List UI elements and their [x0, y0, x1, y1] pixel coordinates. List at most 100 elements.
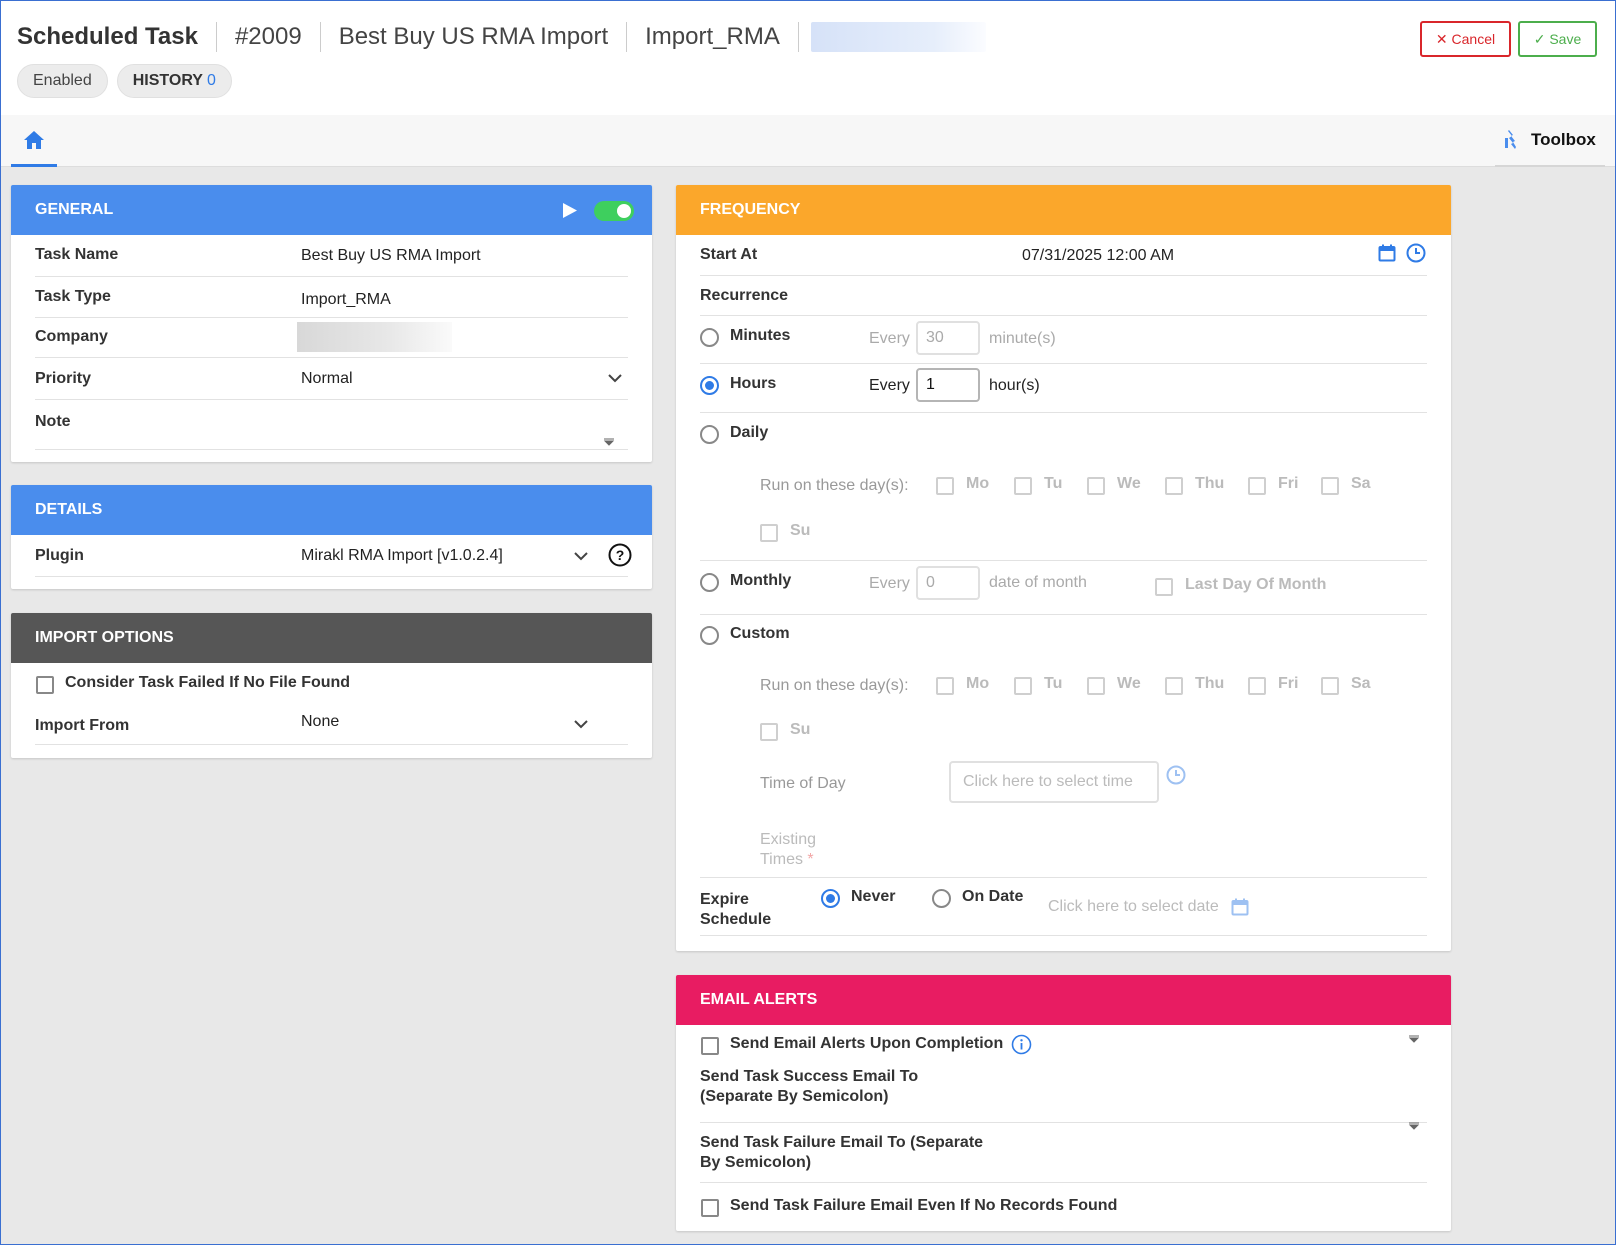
status-badge[interactable]: Enabled	[17, 64, 108, 98]
daily-day-label-tu: Tu	[1044, 475, 1063, 492]
custom-day-checkbox-mo[interactable]	[936, 677, 954, 695]
task-name-label: Task Name	[35, 246, 119, 263]
custom-day-checkbox-we[interactable]	[1087, 677, 1105, 695]
enabled-toggle[interactable]	[594, 201, 634, 221]
cancel-button[interactable]: ✕ Cancel	[1420, 21, 1511, 57]
dropdown-caret-icon[interactable]	[1408, 1122, 1420, 1130]
minutes-label: Minutes	[730, 327, 791, 344]
expire-date-input[interactable]: Click here to select date	[1048, 898, 1219, 916]
send-on-completion-checkbox[interactable]	[701, 1037, 719, 1055]
daily-day-checkbox-sa[interactable]	[1321, 477, 1339, 495]
daily-row: Daily Run on these day(s): Mo Tu We Thu …	[700, 413, 1427, 561]
daily-day-checkbox-fri[interactable]	[1248, 477, 1266, 495]
calendar-icon[interactable]	[1378, 244, 1396, 262]
hours-input[interactable]: 1	[916, 368, 980, 402]
note-row[interactable]: Note	[35, 400, 628, 450]
existing-times-label-2: Times *	[760, 851, 814, 869]
clock-icon[interactable]	[1406, 243, 1426, 263]
import-from-label: Import From	[35, 717, 130, 734]
info-icon[interactable]	[1011, 1034, 1032, 1055]
minutes-input[interactable]: 30	[916, 321, 980, 355]
import-from-select[interactable]: None	[301, 713, 339, 731]
custom-day-checkbox-fri[interactable]	[1248, 677, 1266, 695]
custom-day-checkbox-tu[interactable]	[1014, 677, 1032, 695]
expire-row: Expire Schedule Never On Date Click here…	[700, 878, 1427, 936]
company-label: Company	[35, 328, 108, 345]
custom-day-checkbox-su[interactable]	[760, 723, 778, 741]
custom-day-label-mo: Mo	[966, 675, 990, 692]
task-name-input[interactable]: Best Buy US RMA Import	[301, 247, 481, 265]
daily-day-checkbox-tu[interactable]	[1014, 477, 1032, 495]
success-email-label-2: (Separate By Semicolon)	[700, 1088, 889, 1105]
monthly-every: Every	[869, 575, 910, 592]
clock-icon[interactable]	[1166, 765, 1186, 785]
custom-radio[interactable]	[700, 626, 719, 645]
page-header: Scheduled Task #2009 Best Buy US RMA Imp…	[1, 1, 1615, 115]
failure-no-records-label: Send Task Failure Email Even If No Recor…	[730, 1197, 1118, 1214]
save-button[interactable]: ✓ Save	[1518, 21, 1597, 57]
task-name-title: Best Buy US RMA Import	[321, 22, 628, 52]
calendar-icon[interactable]	[1231, 898, 1249, 916]
daily-radio[interactable]	[700, 425, 719, 444]
start-at-input[interactable]: 07/31/2025 12:00 AM	[1022, 247, 1174, 265]
daily-day-checkbox-thu[interactable]	[1165, 477, 1183, 495]
company-field-redacted[interactable]	[297, 322, 452, 352]
daily-day-checkbox-mo[interactable]	[936, 477, 954, 495]
monthly-input[interactable]: 0	[916, 566, 980, 600]
daily-day-checkbox-su[interactable]	[760, 524, 778, 542]
priority-row[interactable]: Priority Normal	[35, 358, 628, 400]
recurrence-label: Recurrence	[700, 287, 789, 304]
daily-day-checkbox-we[interactable]	[1087, 477, 1105, 495]
import-options-header: IMPORT OPTIONS	[11, 613, 652, 663]
failure-email-row[interactable]: Send Task Failure Email To (Separate By …	[700, 1122, 1427, 1183]
daily-day-label-we: We	[1117, 475, 1141, 492]
tab-home[interactable]	[11, 115, 57, 167]
chevron-down-icon[interactable]	[607, 373, 623, 383]
last-day-label: Last Day Of Month	[1185, 576, 1327, 593]
toolbox-button[interactable]: Toolbox	[1495, 115, 1605, 167]
daily-day-label-thu: Thu	[1195, 475, 1225, 492]
help-icon[interactable]: ?	[608, 543, 632, 567]
expire-never-radio[interactable]	[821, 889, 840, 908]
expire-on-date-label: On Date	[962, 888, 1024, 905]
expire-on-date-radio[interactable]	[932, 889, 951, 908]
dropdown-caret-icon[interactable]	[603, 438, 615, 446]
plugin-select[interactable]: Mirakl RMA Import [v1.0.2.4]	[301, 547, 503, 565]
failure-no-records-checkbox[interactable]	[701, 1199, 719, 1217]
priority-select[interactable]: Normal	[301, 370, 353, 388]
general-header: GENERAL	[11, 185, 652, 235]
success-email-row[interactable]: Send Task Success Email To (Separate By …	[700, 1035, 1427, 1123]
time-of-day-input[interactable]: Click here to select time	[949, 761, 1159, 803]
fail-no-file-checkbox[interactable]	[36, 676, 54, 694]
chevron-down-icon[interactable]	[573, 551, 589, 561]
task-type-row: Task Type Import_RMA	[35, 277, 628, 318]
title-row: Scheduled Task #2009 Best Buy US RMA Imp…	[17, 19, 986, 55]
existing-times-label-1: Existing	[760, 831, 817, 848]
custom-day-checkbox-thu[interactable]	[1165, 677, 1183, 695]
custom-row: Custom Run on these day(s): Mo Tu We Thu…	[700, 615, 1427, 878]
minutes-every: Every	[869, 330, 910, 347]
task-type-title: Import_RMA	[627, 22, 799, 52]
recurrence-row: Recurrence	[700, 276, 1427, 316]
custom-day-label-tu: Tu	[1044, 675, 1063, 692]
history-chip[interactable]: HISTORY 0	[116, 64, 232, 98]
daily-run-on-label: Run on these day(s):	[760, 477, 909, 494]
monthly-radio[interactable]	[700, 573, 719, 592]
monthly-unit: date of month	[989, 574, 1087, 591]
success-email-label-1: Send Task Success Email To	[700, 1068, 919, 1085]
last-day-checkbox[interactable]	[1155, 578, 1173, 596]
play-icon[interactable]	[561, 202, 578, 219]
toolbox-icon	[1505, 130, 1516, 149]
chevron-down-icon[interactable]	[573, 719, 589, 729]
hours-radio[interactable]	[700, 376, 719, 395]
expire-label-2: Schedule	[700, 911, 772, 928]
hours-label: Hours	[730, 375, 777, 392]
expire-label-1: Expire	[700, 891, 749, 908]
page-title: Scheduled Task	[17, 22, 217, 52]
task-type-label: Task Type	[35, 288, 111, 305]
custom-day-checkbox-sa[interactable]	[1321, 677, 1339, 695]
minutes-radio[interactable]	[700, 328, 719, 347]
svg-text:?: ?	[616, 547, 625, 563]
existing-times-text: Times	[760, 851, 803, 868]
dropdown-caret-icon[interactable]	[1408, 1035, 1420, 1043]
